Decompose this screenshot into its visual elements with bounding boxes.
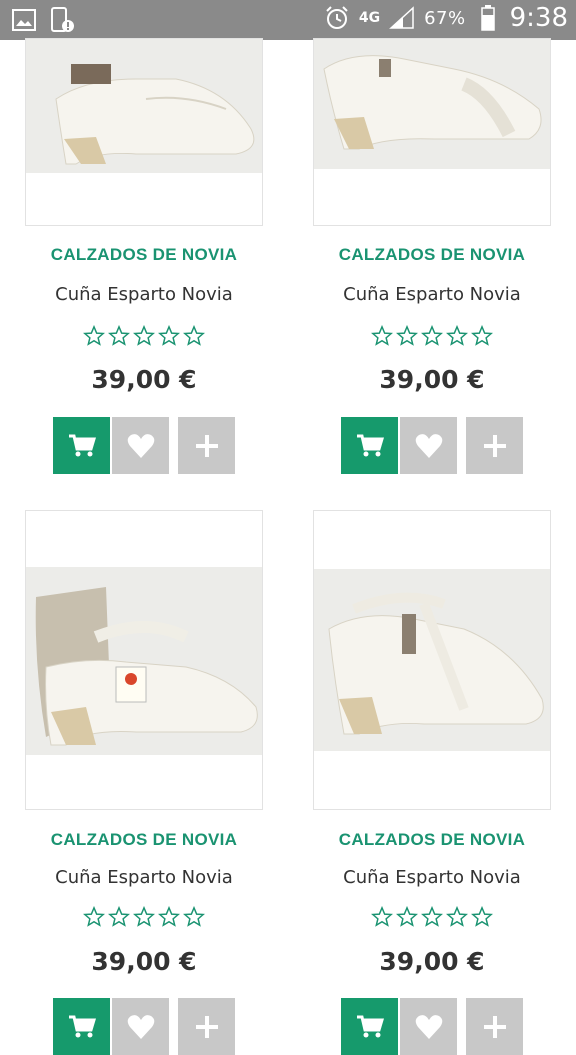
wishlist-button[interactable]	[112, 417, 169, 474]
cart-icon	[356, 1015, 384, 1037]
status-bar: 4G 67% 9:38	[0, 0, 576, 40]
product-card[interactable]: CALZADOS DE NOVIA Cuña Esparto Novia 39,…	[313, 38, 551, 540]
plus-icon	[483, 1015, 506, 1038]
rating-stars	[313, 906, 551, 928]
product-actions	[341, 998, 523, 1055]
product-image[interactable]	[313, 38, 551, 226]
star-icon	[421, 906, 443, 927]
rating-stars	[313, 325, 551, 347]
compare-button[interactable]	[466, 417, 523, 474]
star-icon	[158, 325, 180, 346]
star-icon	[108, 325, 130, 346]
phone-alert-icon	[48, 6, 76, 34]
plus-icon	[195, 434, 218, 457]
clock-time: 9:38	[509, 3, 568, 33]
compare-button[interactable]	[178, 998, 235, 1055]
star-icon	[421, 325, 443, 346]
plus-icon	[195, 1015, 218, 1038]
star-icon	[183, 906, 205, 927]
star-icon	[183, 325, 205, 346]
product-image[interactable]	[25, 510, 263, 810]
product-price: 39,00 €	[91, 365, 197, 394]
plus-icon	[483, 434, 506, 457]
product-brand[interactable]: CALZADOS DE NOVIA	[25, 245, 263, 265]
product-image[interactable]	[313, 510, 551, 810]
product-name[interactable]: Cuña Esparto Novia	[313, 867, 551, 888]
star-icon	[471, 906, 493, 927]
product-brand[interactable]: CALZADOS DE NOVIA	[25, 830, 263, 850]
compare-button[interactable]	[466, 998, 523, 1055]
cart-icon	[68, 434, 96, 456]
star-icon	[371, 906, 393, 927]
heart-icon	[415, 1014, 442, 1039]
alarm-icon	[323, 4, 351, 32]
rating-stars	[25, 325, 263, 347]
battery-icon	[474, 4, 502, 32]
product-card[interactable]: CALZADOS DE NOVIA Cuña Esparto Novia 39,…	[25, 510, 263, 1055]
star-icon	[471, 325, 493, 346]
star-icon	[446, 906, 468, 927]
cart-icon	[68, 1015, 96, 1037]
product-name[interactable]: Cuña Esparto Novia	[25, 284, 263, 305]
product-image[interactable]	[25, 38, 263, 226]
product-brand[interactable]: CALZADOS DE NOVIA	[313, 245, 551, 265]
star-icon	[133, 906, 155, 927]
star-icon	[83, 325, 105, 346]
shoe-photo	[314, 39, 550, 169]
wishlist-button[interactable]	[112, 998, 169, 1055]
product-name[interactable]: Cuña Esparto Novia	[313, 284, 551, 305]
product-price: 39,00 €	[379, 365, 485, 394]
wishlist-button[interactable]	[400, 417, 457, 474]
heart-icon	[415, 433, 442, 458]
product-actions	[53, 417, 235, 474]
rating-stars	[25, 906, 263, 928]
product-price: 39,00 €	[91, 947, 197, 976]
star-icon	[158, 906, 180, 927]
star-icon	[396, 325, 418, 346]
star-icon	[371, 325, 393, 346]
add-to-cart-button[interactable]	[53, 998, 110, 1055]
product-actions	[53, 998, 235, 1055]
battery-percent: 67%	[424, 7, 466, 29]
add-to-cart-button[interactable]	[341, 417, 398, 474]
gallery-icon	[10, 6, 38, 34]
heart-icon	[127, 1014, 154, 1039]
add-to-cart-button[interactable]	[53, 417, 110, 474]
compare-button[interactable]	[178, 417, 235, 474]
product-name[interactable]: Cuña Esparto Novia	[25, 867, 263, 888]
star-icon	[108, 906, 130, 927]
star-icon	[446, 325, 468, 346]
shoe-photo	[26, 567, 262, 755]
network-type: 4G	[358, 10, 381, 26]
add-to-cart-button[interactable]	[341, 998, 398, 1055]
product-card[interactable]: CALZADOS DE NOVIA Cuña Esparto Novia 39,…	[313, 510, 551, 1055]
star-icon	[133, 325, 155, 346]
shoe-photo	[314, 569, 550, 751]
product-price: 39,00 €	[379, 947, 485, 976]
product-card[interactable]: CALZADOS DE NOVIA Cuña Esparto Novia 39,…	[25, 38, 263, 540]
star-icon	[83, 906, 105, 927]
star-icon	[396, 906, 418, 927]
cart-icon	[356, 434, 384, 456]
wishlist-button[interactable]	[400, 998, 457, 1055]
shoe-photo	[26, 39, 262, 173]
signal-icon	[388, 4, 416, 32]
product-brand[interactable]: CALZADOS DE NOVIA	[313, 830, 551, 850]
heart-icon	[127, 433, 154, 458]
product-actions	[341, 417, 523, 474]
